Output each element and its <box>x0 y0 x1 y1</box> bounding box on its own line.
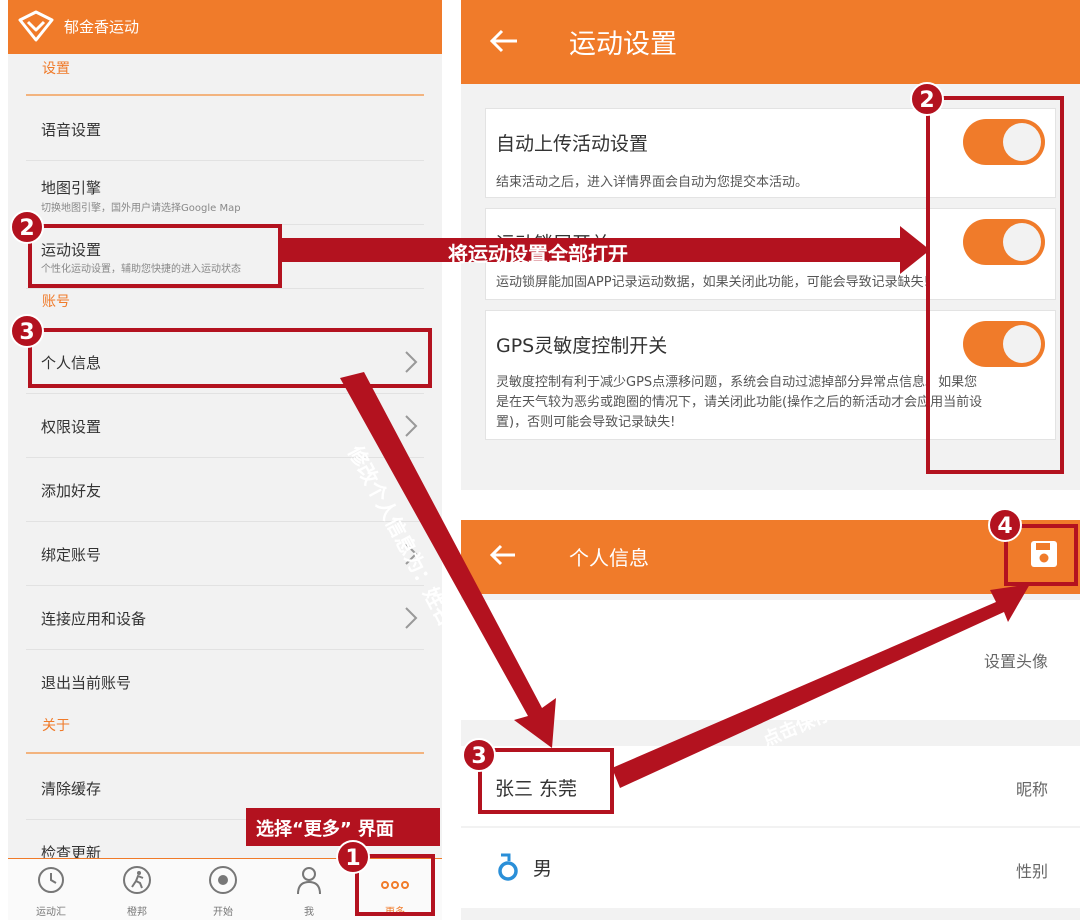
highlight-name-field <box>478 748 614 814</box>
step-badge-3: 3 <box>10 314 44 348</box>
label-text: 选择“更多” 界面 <box>256 819 394 840</box>
step-badge-3: 3 <box>462 738 496 772</box>
arrow-modify-info <box>340 372 556 748</box>
label-select-more: 选择“更多” 界面 <box>246 808 440 846</box>
step-badge-2: 2 <box>910 82 944 116</box>
step-badge-4: 4 <box>988 508 1022 542</box>
highlight-toggles <box>926 96 1064 474</box>
step-badge-1: 1 <box>336 840 370 874</box>
highlight-sport-settings <box>28 224 282 288</box>
step-badge-2: 2 <box>10 210 44 244</box>
arrow-click-save <box>612 584 1030 788</box>
highlight-personal-info <box>28 328 432 388</box>
label-open-all: 将运动设置全部打开 <box>448 242 628 266</box>
